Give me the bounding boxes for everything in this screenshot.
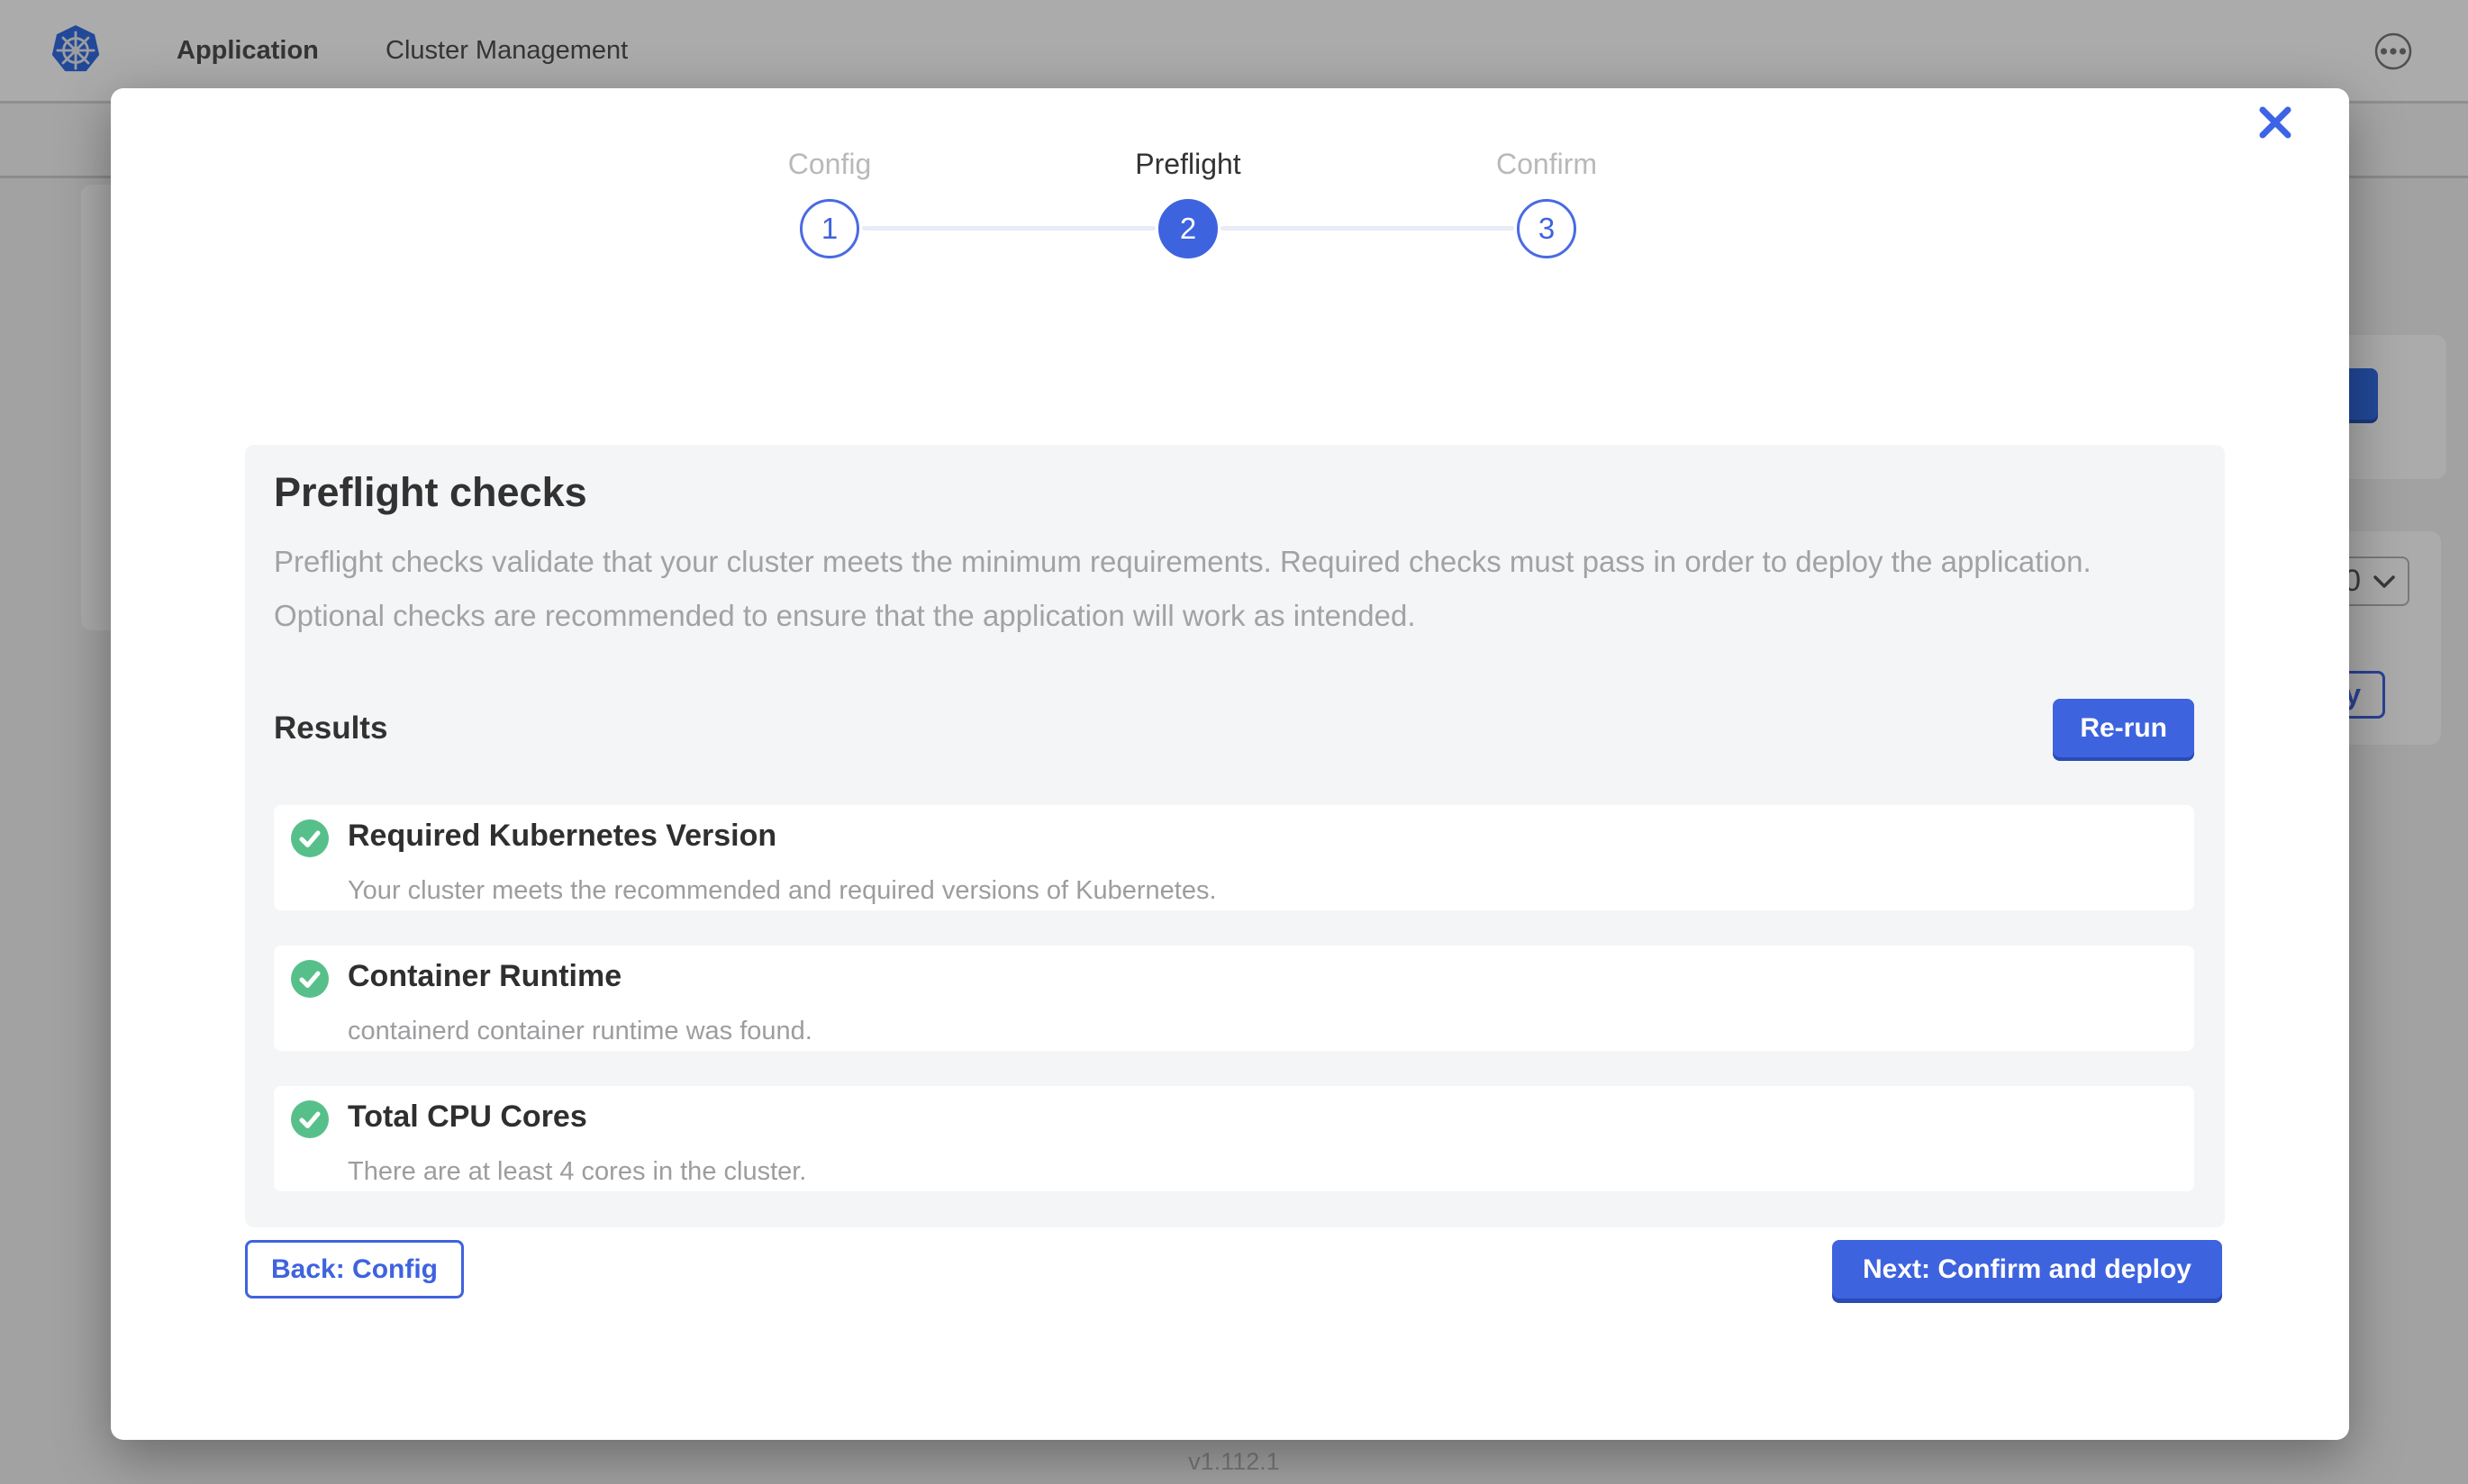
step-circle-3[interactable]: 3 <box>1517 199 1576 258</box>
step-label: Confirm <box>1367 148 1726 181</box>
success-check-icon <box>291 819 329 857</box>
wizard-stepper: Config 1 Preflight 2 Confirm 3 <box>650 148 1726 328</box>
rerun-button[interactable]: Re-run <box>2053 699 2194 757</box>
step-preflight: Preflight 2 <box>1009 148 1367 181</box>
page-title: Preflight checks <box>274 468 2194 517</box>
check-description: Your cluster meets the recommended and r… <box>348 875 2173 906</box>
success-check-icon <box>291 1100 329 1138</box>
step-label: Config <box>650 148 1009 181</box>
back-button[interactable]: Back: Config <box>245 1240 464 1298</box>
step-label: Preflight <box>1009 148 1367 181</box>
success-check-icon <box>291 960 329 998</box>
step-circle-2[interactable]: 2 <box>1158 199 1218 258</box>
preflight-description: Preflight checks validate that your clus… <box>274 535 2174 643</box>
step-config: Config 1 <box>650 148 1009 181</box>
check-results-list: Required Kubernetes Version Your cluster… <box>274 805 2194 1191</box>
check-title: Total CPU Cores <box>348 1099 2173 1135</box>
preflight-modal: Config 1 Preflight 2 Confirm 3 Preflight… <box>111 88 2349 1440</box>
results-heading: Results <box>274 710 387 747</box>
screen: Application Cluster Management 0 <box>0 0 2468 1484</box>
close-icon[interactable] <box>2254 102 2297 145</box>
step-circle-1[interactable]: 1 <box>800 199 859 258</box>
check-description: containerd container runtime was found. <box>348 1016 2173 1046</box>
check-result-row: Total CPU Cores There are at least 4 cor… <box>274 1086 2194 1191</box>
next-button[interactable]: Next: Confirm and deploy <box>1832 1240 2222 1298</box>
stepper-connector <box>862 226 1156 231</box>
check-title: Required Kubernetes Version <box>348 818 2173 854</box>
modal-footer: Back: Config Next: Confirm and deploy <box>245 1240 2222 1298</box>
preflight-card: Preflight checks Preflight checks valida… <box>245 445 2225 1227</box>
check-result-row: Container Runtime containerd container r… <box>274 946 2194 1051</box>
stepper-connector <box>1220 226 1514 231</box>
check-description: There are at least 4 cores in the cluste… <box>348 1156 2173 1187</box>
step-confirm: Confirm 3 <box>1367 148 1726 181</box>
check-result-row: Required Kubernetes Version Your cluster… <box>274 805 2194 910</box>
check-title: Container Runtime <box>348 958 2173 994</box>
results-header-row: Results Re-run <box>274 699 2194 757</box>
